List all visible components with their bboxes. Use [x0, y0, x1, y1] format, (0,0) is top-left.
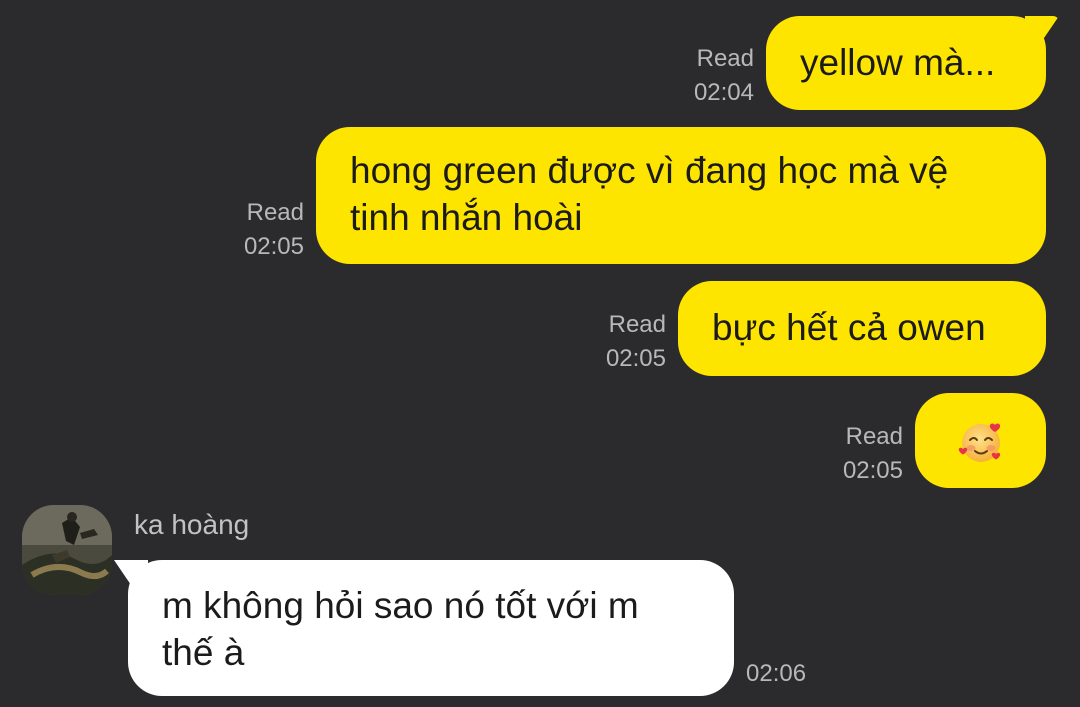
read-status: Read	[608, 311, 666, 338]
message-bubble[interactable]: hong green được vì đang học mà vệ tinh n…	[316, 127, 1046, 264]
message-bubble[interactable]: bực hết cả owen	[678, 281, 1046, 376]
sender-name: ka hoàng	[134, 509, 250, 540]
smiling-face-with-hearts-icon	[958, 423, 1000, 462]
message-meta: Read 02:05	[606, 308, 666, 376]
outgoing-message: Read 02:04 yellow mà...	[694, 16, 1046, 110]
avatar-image	[22, 505, 112, 595]
read-status: Read	[845, 423, 903, 450]
message-text: bực hết cả owen	[712, 307, 986, 348]
message-meta: Read 02:05	[244, 196, 304, 264]
message-text: yellow mà...	[800, 42, 996, 83]
read-status: Read	[696, 45, 754, 72]
message-bubble[interactable]: yellow mà...	[766, 16, 1046, 110]
message-meta: Read 02:04	[694, 42, 754, 110]
outgoing-message: Read 02:05 bực hết cả owen	[606, 281, 1046, 376]
message-text: hong green được vì đang học mà vệ tinh n…	[350, 150, 949, 238]
message-time: 02:05	[605, 345, 666, 372]
message-time: 02:06	[746, 660, 807, 687]
message-meta: Read 02:05	[843, 420, 903, 488]
message-time: 02:05	[243, 233, 304, 260]
avatar[interactable]	[22, 505, 112, 595]
outgoing-message: Read 02:05 hong green được vì đang học m…	[244, 127, 1046, 264]
read-status: Read	[246, 199, 304, 226]
message-time: 02:04	[693, 79, 754, 106]
message-text: m không hỏi sao nó tốt với m thế à	[162, 585, 639, 673]
outgoing-message: Read 02:05	[843, 393, 1046, 488]
message-bubble[interactable]: m không hỏi sao nó tốt với m thế à	[128, 560, 734, 696]
message-bubble[interactable]	[915, 393, 1046, 488]
message-time: 02:05	[842, 457, 903, 484]
chat-thread: Read 02:04 yellow mà... Read 02:05 hong …	[0, 0, 1080, 707]
